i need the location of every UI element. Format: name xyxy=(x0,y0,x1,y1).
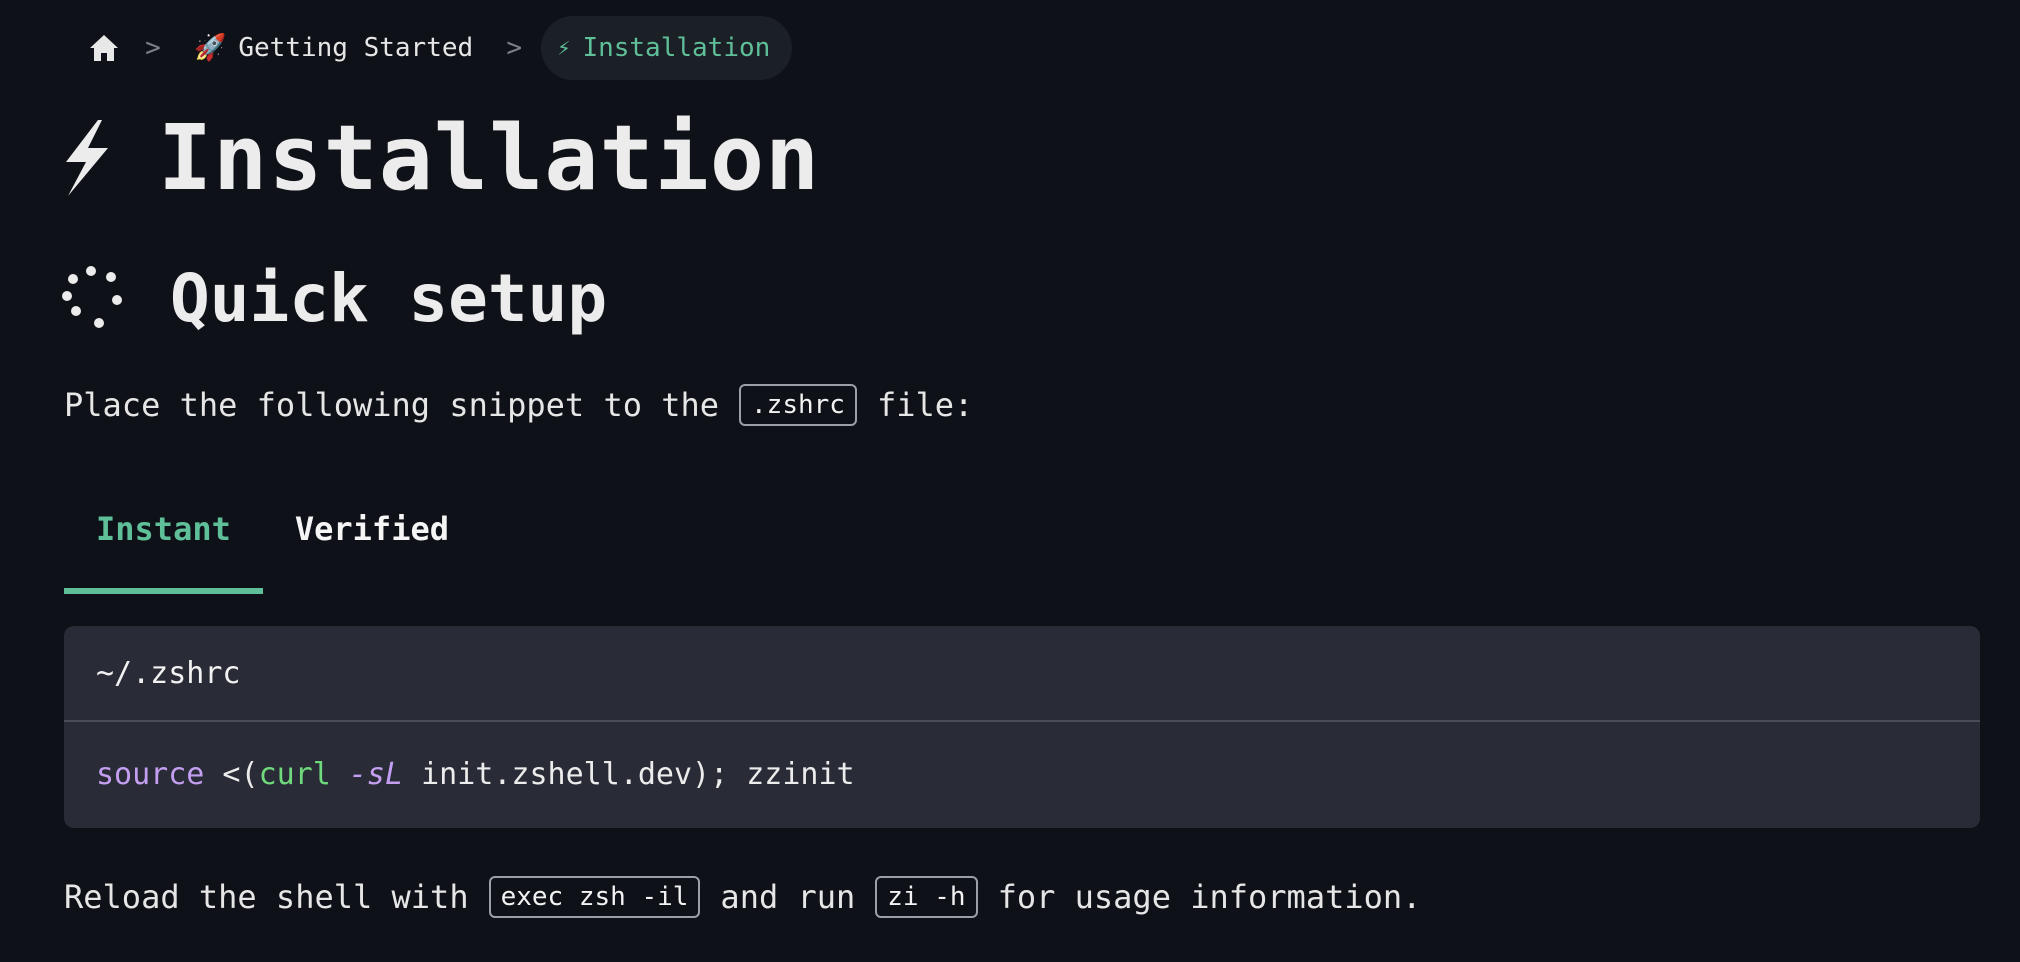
docs-page: > 🚀 Getting Started > ⚡ Installation Ins… xyxy=(0,0,2020,962)
lightning-icon: ⚡ xyxy=(557,35,571,61)
breadcrumb-separator: > xyxy=(506,33,523,63)
reload-text-2: and run xyxy=(720,878,856,916)
code-keyword: source xyxy=(96,756,205,792)
code-flag: -sL xyxy=(348,756,404,792)
inline-code-exec: exec zsh -il xyxy=(488,876,701,918)
code-block: ~/.zshrc source <(curl -sL init.zshell.d… xyxy=(64,626,1980,828)
reload-paragraph: Reload the shell with exec zsh -il and r… xyxy=(64,872,1421,922)
section-title: Quick setup xyxy=(62,258,607,338)
install-tabs: Instant Verified xyxy=(64,500,481,596)
intro-text-after: file: xyxy=(876,386,974,424)
intro-text-before: Place the following snippet to the xyxy=(64,386,720,424)
section-title-text: Quick setup xyxy=(170,259,608,337)
code-command: curl xyxy=(258,756,331,792)
breadcrumb-label: Installation xyxy=(582,33,771,63)
reload-text-3: for usage information. xyxy=(997,878,1422,916)
breadcrumb: > 🚀 Getting Started > ⚡ Installation xyxy=(82,16,793,80)
inline-code-zi-h: zi -h xyxy=(875,876,978,918)
breadcrumb-installation[interactable]: ⚡ Installation xyxy=(541,16,793,80)
intro-paragraph: Place the following snippet to the .zshr… xyxy=(64,380,973,430)
code-text: <( xyxy=(204,756,259,792)
tab-verified[interactable]: Verified xyxy=(263,500,481,584)
tab-instant[interactable]: Instant xyxy=(64,500,263,594)
breadcrumb-separator: > xyxy=(145,33,161,63)
inline-code-zshrc: .zshrc xyxy=(739,384,857,426)
page-title: Installation xyxy=(62,105,821,211)
breadcrumb-label: Getting Started xyxy=(238,33,474,63)
code-rest: init.zshell.dev); zzinit xyxy=(403,756,855,792)
rocket-icon: 🚀 xyxy=(194,33,227,63)
spinner-dots-icon xyxy=(62,266,122,328)
home-icon xyxy=(90,35,118,61)
code-filename: ~/.zshrc xyxy=(64,626,1980,722)
page-title-text: Installation xyxy=(158,105,821,211)
breadcrumb-getting-started[interactable]: 🚀 Getting Started xyxy=(180,16,487,80)
code-line[interactable]: source <(curl -sL init.zshell.dev); zzin… xyxy=(64,722,1980,826)
lightning-icon xyxy=(66,120,108,196)
reload-text-1: Reload the shell with xyxy=(64,878,469,916)
breadcrumb-home[interactable] xyxy=(82,26,126,70)
